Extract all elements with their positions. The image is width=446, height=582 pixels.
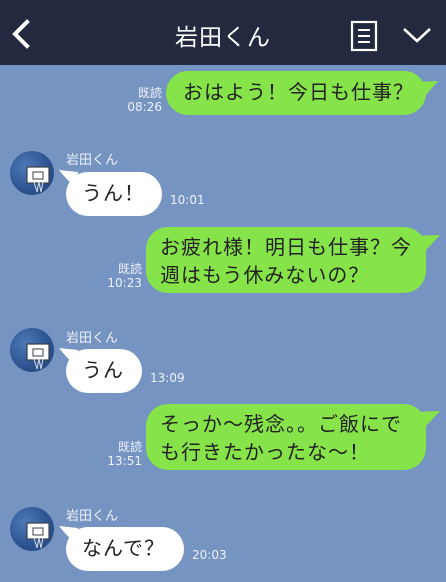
message-time: 10:23 [107,276,142,290]
message-line: 週はもう休みないの？ [160,263,370,287]
basketball-hoop-avatar [26,166,50,193]
message-bubble[interactable]: なんで？ [66,527,184,571]
message-bubble[interactable]: うん [66,349,142,393]
message-bubble[interactable]: そっか〜残念。。ご飯にで も行きたかったな〜！ [146,404,426,470]
notes-button[interactable] [350,20,378,52]
chat-header: 岩田くん [0,0,446,65]
message-bubble[interactable]: おはよう！今日も仕事？ [166,71,426,115]
contact-avatar[interactable] [10,507,54,551]
bubble-tail [420,81,438,100]
message-time: 08:26 [127,100,162,114]
basketball-hoop-avatar [26,522,50,549]
contact-avatar[interactable] [10,328,54,372]
bubble-tail [420,235,440,254]
menu-toggle-button[interactable] [400,20,434,50]
read-receipt: 既読 [117,440,142,454]
read-receipt: 既読 [137,86,162,100]
sender-name: 岩田くん [66,509,119,524]
message-line: そっか〜残念。。ご飯にで [160,412,402,436]
message-time: 20:03 [192,548,227,562]
message-time: 10:01 [170,193,205,207]
sender-name: 岩田くん [66,153,119,168]
contact-avatar[interactable] [10,151,54,195]
basketball-hoop-avatar [26,343,50,370]
message-bubble[interactable]: お疲れ様！明日も仕事？今 週はもう休みないの？ [146,227,426,293]
message-time: 13:09 [150,371,185,385]
message-time: 13:51 [107,454,142,468]
chevron-down-icon [403,28,431,43]
read-receipt: 既読 [117,262,142,276]
message-line: お疲れ様！明日も仕事？今 [160,235,412,259]
sender-name: 岩田くん [66,331,119,346]
notes-icon [350,20,378,52]
bubble-tail [420,411,440,430]
chat-title: 岩田くん [175,25,271,51]
message-bubble[interactable]: うん！ [66,172,162,216]
message-line: も行きたかったな〜！ [160,440,370,464]
